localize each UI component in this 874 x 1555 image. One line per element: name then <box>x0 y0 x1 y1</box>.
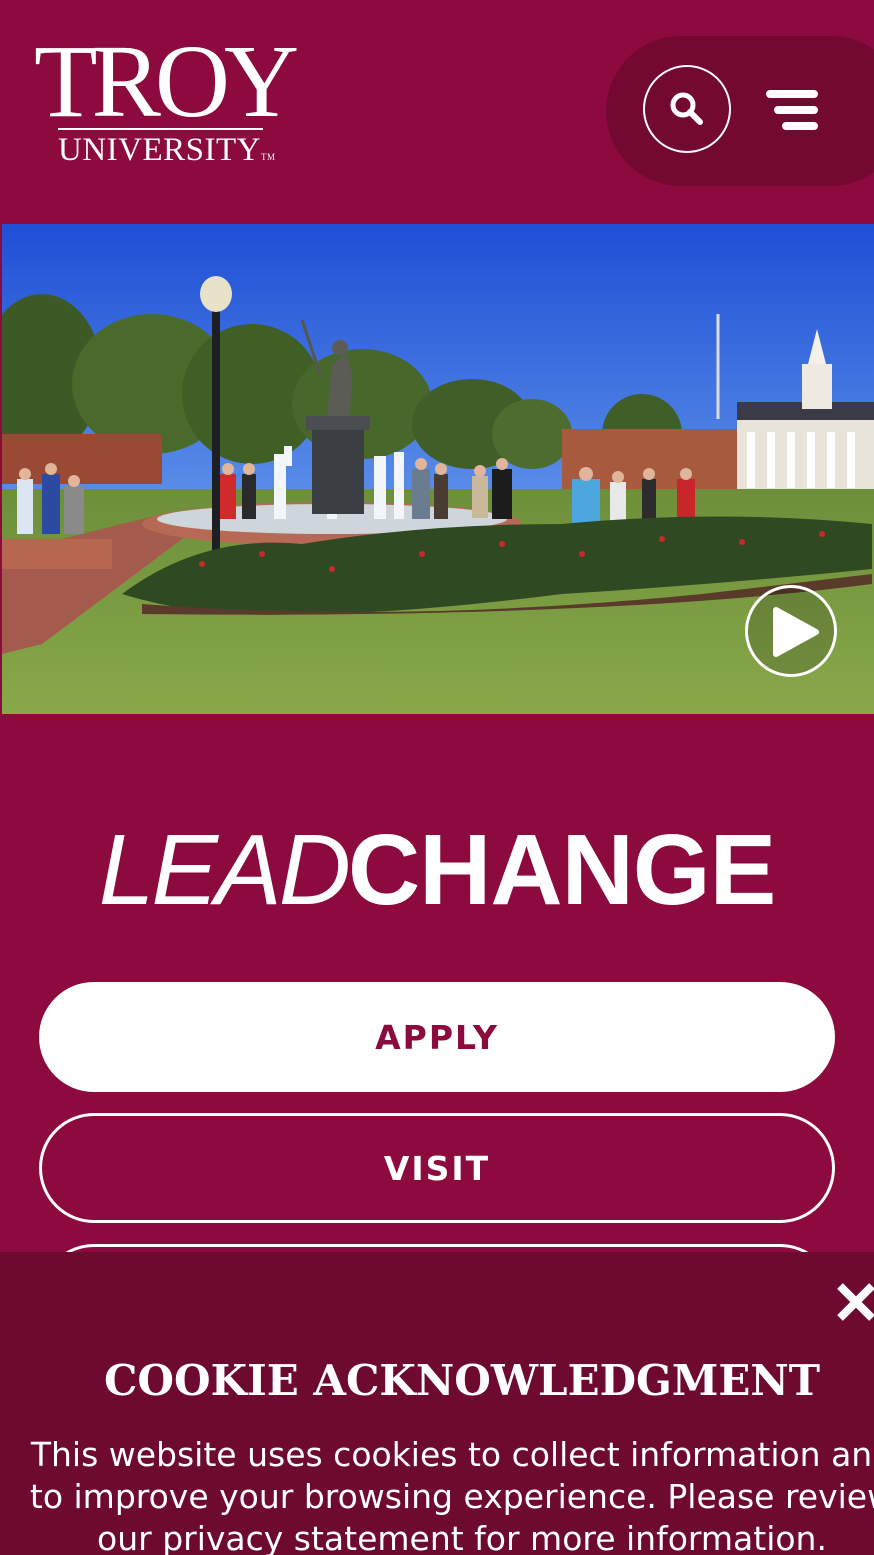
cookie-banner: COOKIE ACKNOWLEDGMENT This website uses … <box>0 1252 874 1555</box>
tagline-lead: LEAD <box>98 814 351 926</box>
logo-wordmark: TROY <box>34 24 299 139</box>
cookie-close-button[interactable] <box>834 1280 874 1324</box>
hero-video[interactable] <box>2 224 874 714</box>
close-icon <box>837 1283 874 1321</box>
troy-university-logo[interactable]: TROY UNIVERSITYTM <box>34 24 299 175</box>
site-header: TROY UNIVERSITYTM <box>0 0 874 222</box>
search-icon <box>670 92 703 125</box>
logo-trademark: TM <box>260 152 276 162</box>
hamburger-line <box>774 106 818 114</box>
logo-subtitle-text: UNIVERSITY <box>58 132 261 168</box>
play-video-button[interactable] <box>745 585 837 677</box>
visit-button[interactable]: VISIT <box>39 1113 835 1223</box>
campus-image <box>2 224 874 714</box>
hamburger-line <box>782 122 818 130</box>
lead-change-tagline: LEADCHANGE <box>0 815 874 925</box>
tagline-change: CHANGE <box>347 814 776 926</box>
menu-button[interactable] <box>762 86 820 136</box>
hamburger-menu-icon <box>766 90 818 98</box>
search-button[interactable] <box>643 65 731 153</box>
logo-subtitle: UNIVERSITYTM <box>58 128 275 175</box>
cookie-message: This website uses cookies to collect inf… <box>29 1435 874 1555</box>
cookie-title: COOKIE ACKNOWLEDGMENT <box>103 1356 821 1405</box>
play-icon <box>773 607 819 657</box>
apply-button[interactable]: APPLY <box>39 982 835 1092</box>
